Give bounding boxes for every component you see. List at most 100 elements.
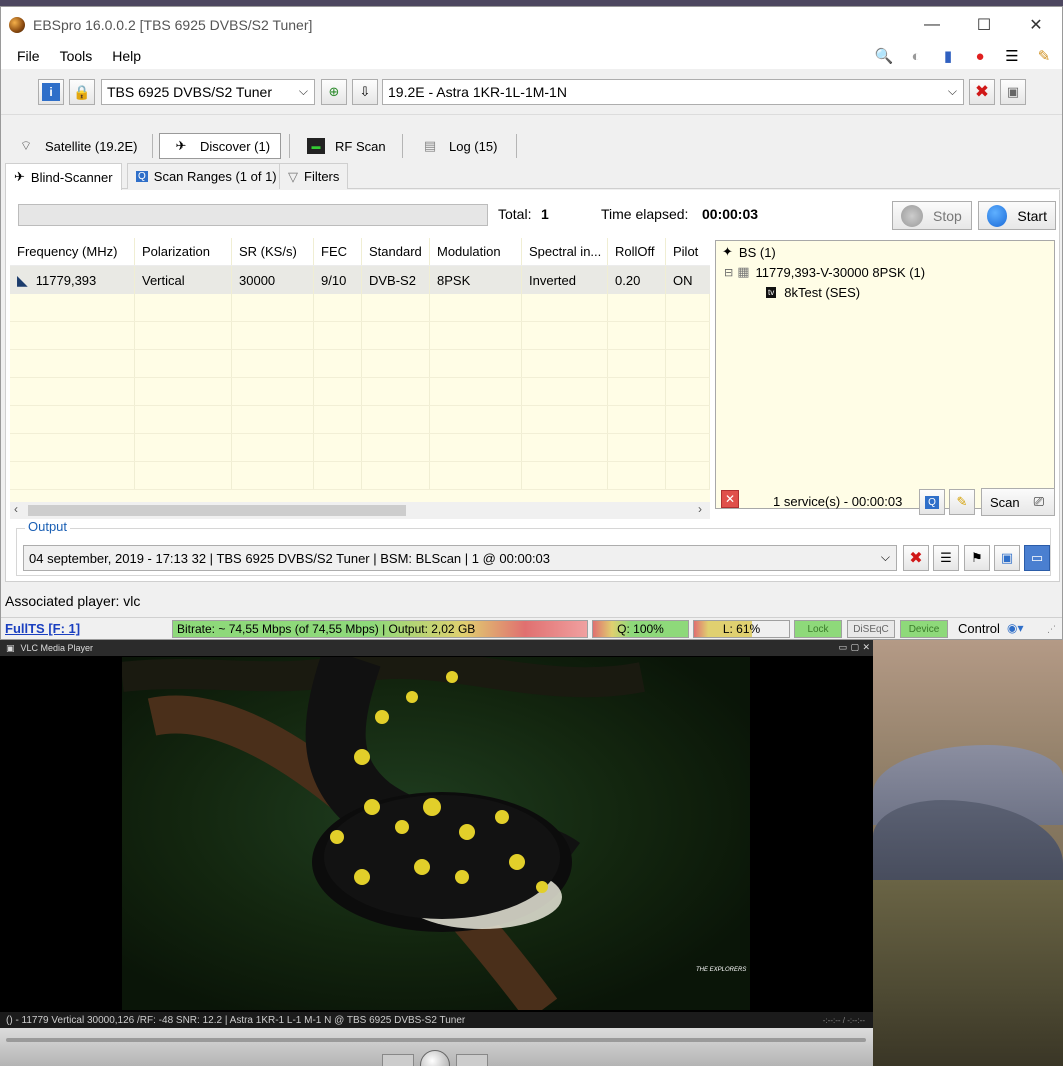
tree-transponder[interactable]: ⊟ ▦ 11779,393-V-30000 8PSK (1): [724, 264, 925, 280]
tab-divider: [402, 134, 403, 158]
resize-grip-icon[interactable]: ⋰: [1047, 624, 1056, 635]
record-icon[interactable]: ●: [970, 46, 990, 66]
cell-frequency-value: 11779,393: [35, 272, 97, 288]
vlc-menu-icon[interactable]: ▣: [6, 643, 15, 654]
sub-tabs: ✈ Blind-Scanner Q Scan Ranges (1 of 1) ▽…: [5, 163, 1060, 190]
vlc-controls: [0, 1028, 873, 1066]
menu-bar: File Tools Help 🔍 ◐ ▮ ● ☰ ✎: [1, 43, 1062, 69]
col-sr[interactable]: SR (KS/s): [232, 238, 314, 265]
stop-icon: [901, 204, 923, 227]
list-icon: ☰: [940, 550, 952, 565]
list-icon[interactable]: ☰: [1002, 46, 1022, 66]
menu-help[interactable]: Help: [102, 48, 151, 64]
play-button[interactable]: [420, 1050, 450, 1066]
scrollbar-thumb[interactable]: [28, 505, 406, 516]
output-view-button[interactable]: ▭: [1024, 545, 1050, 571]
minimize-button[interactable]: —: [906, 7, 958, 43]
start-button[interactable]: Start: [978, 201, 1056, 230]
flag-icon: ⚑: [971, 550, 983, 565]
total-value: 1: [541, 206, 549, 222]
tv-icon: tv: [766, 287, 777, 298]
collapse-icon[interactable]: ⊟: [724, 266, 733, 279]
control-dropdown-icon[interactable]: ◉▾: [1007, 621, 1024, 635]
tab-log[interactable]: ▤ Log (15): [421, 133, 498, 159]
col-standard[interactable]: Standard: [362, 238, 430, 265]
col-frequency[interactable]: Frequency (MHz): [10, 238, 135, 265]
stop-button[interactable]: Stop: [892, 201, 972, 230]
title-bar: EBSpro 16.0.0.2 [TBS 6925 DVBS/S2 Tuner]…: [1, 7, 1062, 43]
tab-discover[interactable]: ✈ Discover (1): [159, 133, 282, 159]
satellite-dish-icon: ◣: [17, 271, 28, 288]
output-save-button[interactable]: ▣: [994, 545, 1020, 571]
tree-root[interactable]: ✦ BS (1): [722, 244, 776, 260]
table-row[interactable]: ◣ 11779,393 Vertical 30000 9/10 DVB-S2 8…: [10, 266, 710, 294]
tab-blind-scanner[interactable]: ✈ Blind-Scanner: [5, 163, 122, 190]
tab-rf-scan[interactable]: ▬ RF Scan: [307, 133, 386, 159]
tuner-select[interactable]: TBS 6925 DVBS/S2 Tuner ⌵: [101, 79, 315, 105]
satellite-icon: ✈: [175, 138, 187, 153]
device-badge: Device: [900, 620, 948, 638]
next-button[interactable]: [456, 1054, 488, 1066]
video-frame[interactable]: THE EXPLORERS: [122, 657, 750, 1010]
maximize-button[interactable]: ☐: [958, 7, 1010, 43]
menu-file[interactable]: File: [7, 48, 50, 64]
delete-button[interactable]: ✖: [969, 79, 995, 105]
scroll-left-icon[interactable]: ‹: [14, 502, 18, 516]
cell-modulation: 8PSK: [430, 266, 522, 294]
tree-service[interactable]: tv 8kTest (SES): [766, 285, 860, 300]
red-x-icon: ✕: [721, 490, 739, 508]
vlc-close-button[interactable]: ✕: [862, 642, 870, 653]
tab-scan-ranges[interactable]: Q Scan Ranges (1 of 1): [127, 163, 286, 189]
output-group: Output 04 september, 2019 - 17:13 32 | T…: [16, 519, 1051, 576]
stream-info: () - 11779 Vertical 30000,126 /RF: -48 S…: [6, 1014, 466, 1026]
red-x-icon: ✖: [909, 550, 923, 567]
window-title: EBSpro 16.0.0.2 [TBS 6925 DVBS/S2 Tuner]: [33, 17, 313, 33]
output-flag-button[interactable]: ⚑: [964, 545, 990, 571]
prev-button[interactable]: [382, 1054, 414, 1066]
satellite-select[interactable]: 19.2E - Astra 1KR-1L-1M-1N ⌵: [382, 79, 964, 105]
tab-satellite[interactable]: ⌔ Satellite (19.2E): [17, 133, 138, 159]
save-button[interactable]: ▣: [1000, 79, 1026, 105]
control-label[interactable]: Control: [958, 621, 1000, 636]
col-polarization[interactable]: Polarization: [135, 238, 232, 265]
new-config-button[interactable]: ⊕: [321, 79, 347, 105]
empty-row: [10, 434, 710, 462]
search-services-button[interactable]: Q: [919, 489, 945, 515]
output-delete-button[interactable]: ✖: [903, 545, 929, 571]
tab-filters[interactable]: ▽ Filters: [279, 163, 349, 189]
cell-sr: 30000: [232, 266, 314, 294]
output-list-button[interactable]: ☰: [933, 545, 959, 571]
fullts-link[interactable]: FullTS [F: 1]: [5, 621, 80, 636]
lock-icon: 🔒: [73, 83, 91, 100]
seek-bar[interactable]: [6, 1038, 866, 1042]
pencil-icon[interactable]: ✎: [1034, 46, 1054, 66]
import-button[interactable]: ⇩: [352, 79, 378, 105]
vlc-title-bar: ▣ VLC Media Player ▭ ▢ ✕: [0, 640, 873, 656]
cell-polarization: Vertical: [135, 266, 232, 294]
close-button[interactable]: ✕: [1010, 7, 1062, 43]
clean-button[interactable]: ✎: [949, 489, 975, 515]
level-indicator: L: 61%: [693, 620, 790, 638]
satellite-dish-icon[interactable]: ◐: [906, 46, 926, 66]
col-spectral[interactable]: Spectral in...: [522, 238, 608, 265]
col-fec[interactable]: FEC: [314, 238, 362, 265]
menu-tools[interactable]: Tools: [50, 48, 103, 64]
col-pilot[interactable]: Pilot: [666, 238, 710, 265]
toolbar: i 🔒 TBS 6925 DVBS/S2 Tuner ⌵ ⊕ ⇩ 19.2E -…: [1, 69, 1062, 115]
output-select[interactable]: 04 september, 2019 - 17:13 32 | TBS 6925…: [23, 545, 897, 571]
lock-button[interactable]: 🔒: [69, 79, 95, 105]
main-tabs: ⌔ Satellite (19.2E) ✈ Discover (1) ▬ RF …: [1, 129, 1063, 161]
vlc-maximize-button[interactable]: ▢: [850, 642, 859, 653]
status-bar: FullTS [F: 1] Bitrate: ~ 74,55 Mbps (of …: [1, 617, 1062, 639]
scroll-right-icon[interactable]: ›: [698, 502, 702, 516]
bar-chart-icon[interactable]: ▮: [938, 46, 958, 66]
clear-tree-button[interactable]: ✕: [721, 490, 743, 518]
col-rolloff[interactable]: RollOff: [608, 238, 666, 265]
vlc-minimize-button[interactable]: ▭: [838, 642, 847, 653]
horizontal-scrollbar[interactable]: ‹ ›: [10, 502, 710, 519]
satellite-dish-icon: ⌔: [19, 138, 33, 153]
info-button[interactable]: i: [38, 79, 64, 105]
search-icon[interactable]: 🔍: [874, 46, 894, 66]
scan-button[interactable]: Scan ⎚: [981, 488, 1055, 516]
col-modulation[interactable]: Modulation: [430, 238, 522, 265]
